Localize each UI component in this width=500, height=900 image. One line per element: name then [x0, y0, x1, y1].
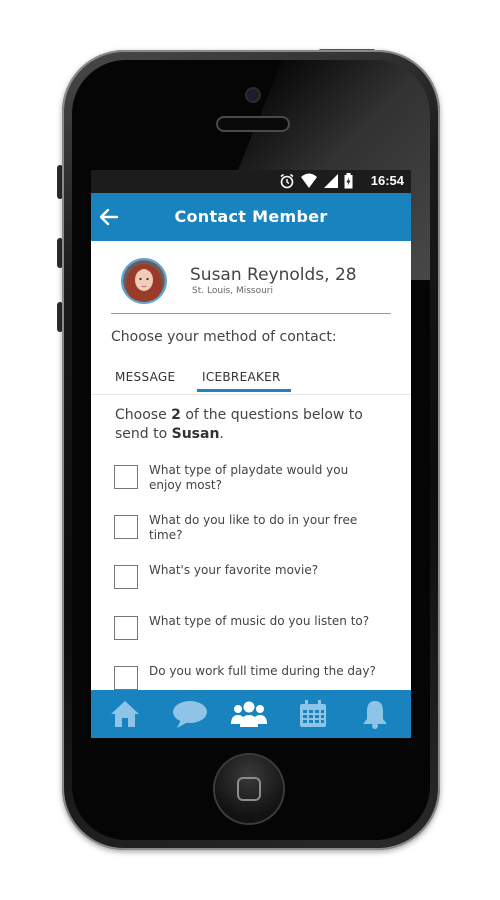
status-bar: 16:54: [91, 170, 411, 193]
question-text: Do you work full time during the day?: [149, 664, 376, 678]
wifi-icon: [301, 173, 317, 188]
question-item[interactable]: What do you like to do in your free time…: [114, 513, 384, 549]
app-screen: 16:54 Contact Member Susan Reynolds, 28 …: [91, 170, 411, 738]
instr-count: 2: [171, 407, 181, 423]
status-time: 16:54: [370, 173, 404, 188]
instr-member-name: Susan: [171, 426, 220, 442]
avatar: [121, 258, 167, 304]
question-text: What type of music do you listen to?: [149, 614, 370, 628]
instr-before: Choose: [115, 407, 172, 423]
instr-after: .: [219, 426, 224, 442]
contact-method-prompt: Choose your method of contact:: [111, 329, 337, 345]
bell-icon[interactable]: [359, 698, 391, 730]
group-icon[interactable]: [229, 698, 269, 730]
bottom-nav: [91, 690, 411, 738]
profile-location: St. Louis, Missouri: [192, 286, 273, 296]
earpiece-speaker: [218, 118, 288, 130]
question-item[interactable]: What's your favorite movie?: [114, 563, 384, 599]
active-tab-indicator: [197, 389, 291, 392]
home-icon[interactable]: [109, 698, 141, 730]
question-checkbox[interactable]: [114, 666, 138, 690]
chat-icon[interactable]: [171, 698, 209, 730]
battery-icon: [344, 173, 353, 189]
home-button[interactable]: [215, 755, 283, 823]
tab-icebreaker[interactable]: ICEBREAKER: [202, 370, 281, 384]
profile-photo: [123, 260, 165, 302]
question-checkbox[interactable]: [114, 515, 138, 539]
tab-message[interactable]: MESSAGE: [115, 370, 175, 384]
question-checkbox[interactable]: [114, 565, 138, 589]
alarm-icon: [280, 173, 294, 189]
signal-icon: [324, 174, 338, 188]
profile-divider: [111, 313, 391, 314]
question-text: What do you like to do in your free time…: [149, 513, 358, 542]
contact-tabs: MESSAGE ICEBREAKER: [91, 364, 411, 395]
calendar-icon[interactable]: [297, 698, 329, 730]
question-text: What type of playdate would you enjoy mo…: [149, 463, 349, 492]
profile-name: Susan Reynolds, 28: [190, 265, 357, 285]
status-icons: [279, 173, 353, 189]
home-button-square-icon: [237, 777, 261, 801]
app-bar: Contact Member: [91, 193, 411, 241]
question-text: What's your favorite movie?: [149, 563, 319, 577]
icebreaker-instructions: Choose 2 of the questions below to send …: [115, 406, 385, 444]
question-checkbox[interactable]: [114, 465, 138, 489]
front-camera: [247, 89, 259, 101]
page-title: Contact Member: [174, 207, 328, 226]
question-item[interactable]: What type of music do you listen to?: [114, 614, 384, 650]
question-item[interactable]: What type of playdate would you enjoy mo…: [114, 463, 384, 499]
question-checkbox[interactable]: [114, 616, 138, 640]
